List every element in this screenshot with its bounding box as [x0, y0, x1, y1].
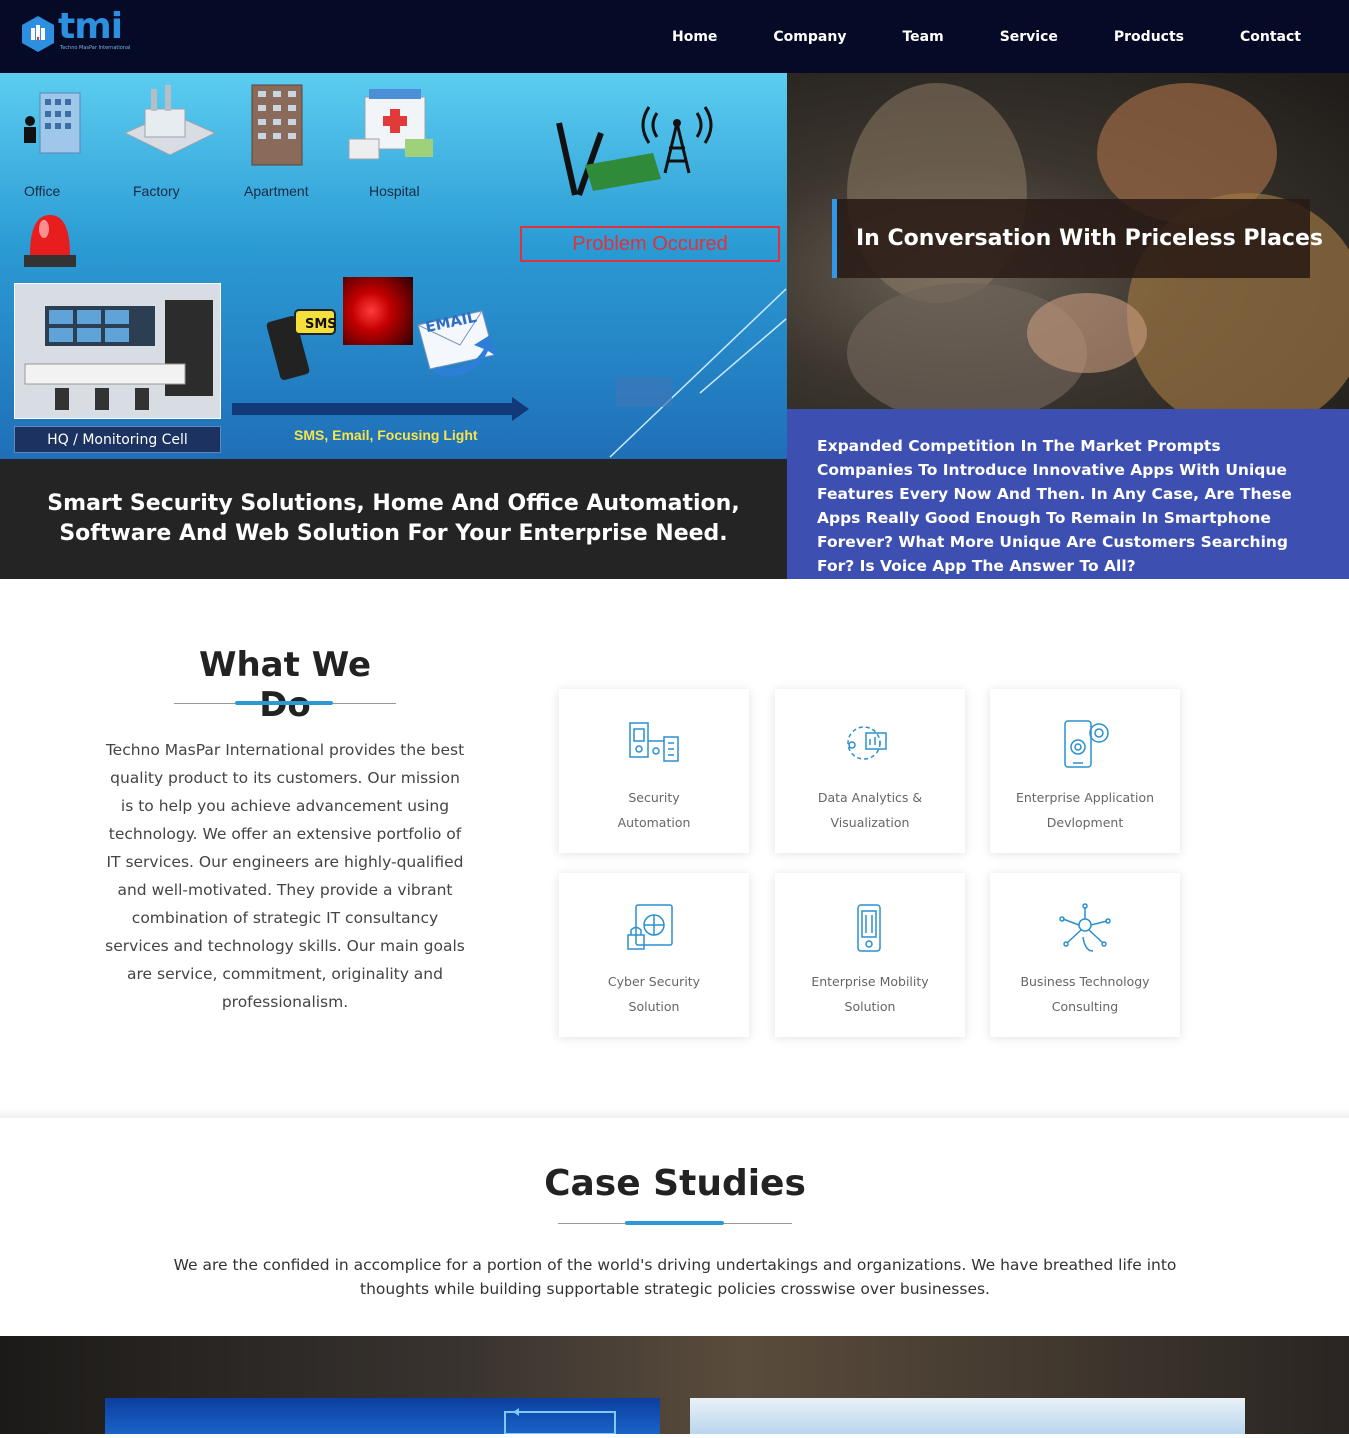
- case-study-image-2[interactable]: [690, 1398, 1245, 1434]
- nav-home[interactable]: Home: [672, 29, 717, 45]
- hero-slide-image: Office Factory Apartment Hospital Proble…: [0, 73, 787, 459]
- data-analytics-icon: [847, 726, 887, 760]
- service-label-line2: Automation: [617, 815, 691, 830]
- nav-service[interactable]: Service: [1000, 29, 1058, 45]
- service-label: Enterprise Application Devlopment: [990, 785, 1180, 835]
- service-label: Business Technology Consulting: [990, 969, 1180, 1019]
- alarm-light-icon: [24, 215, 76, 267]
- sms-label: SMS: [305, 317, 337, 332]
- top-navbar: tmi Techno MasPar International Home Com…: [0, 0, 1349, 73]
- service-label: Security Automation: [559, 785, 749, 835]
- wireless-antenna-icon: [556, 106, 713, 197]
- service-card-enterprise-mobility[interactable]: Enterprise Mobility Solution: [775, 873, 965, 1037]
- sms-phone-icon: [266, 309, 336, 380]
- logo-text: tmi: [58, 6, 123, 47]
- section-divider: [0, 1108, 1349, 1118]
- service-card-cyber-security[interactable]: Cyber Security Solution: [559, 873, 749, 1037]
- service-card-data-analytics[interactable]: Data Analytics & Visualization: [775, 689, 965, 853]
- service-label-line2: Solution: [628, 999, 680, 1014]
- case-study-image-1[interactable]: [105, 1398, 660, 1435]
- hero-caption-text: Smart Security Solutions, Home And Offic…: [47, 491, 740, 546]
- service-label-line2: Consulting: [1051, 999, 1119, 1014]
- title-accent-bar: [235, 701, 333, 705]
- service-label-line1: Cyber Security: [607, 974, 701, 989]
- decorative-lines: [609, 288, 787, 458]
- main-menu: Home Company Team Service Products Conta…: [616, 0, 1301, 73]
- service-label-line1: Security: [628, 790, 680, 805]
- nav-team[interactable]: Team: [902, 29, 943, 45]
- service-label-line1: Business Technology: [1020, 974, 1150, 989]
- title-accent-bar: [625, 1221, 724, 1225]
- conversation-title-box[interactable]: In Conversation With Priceless Places: [832, 199, 1323, 278]
- business-technology-icon: [1059, 903, 1111, 952]
- enterprise-application-icon: [1064, 720, 1109, 768]
- office-building-icon: [24, 92, 81, 154]
- voice-app-panel: Expanded Competition In The Market Promp…: [787, 409, 1349, 579]
- service-label: Cyber Security Solution: [559, 969, 749, 1019]
- case-studies-text: We are the confided in accomplice for a …: [173, 1256, 1177, 1298]
- service-label: Data Analytics & Visualization: [775, 785, 965, 835]
- service-label-line2: Visualization: [830, 815, 910, 830]
- logo-tagline: Techno MasPar International: [60, 45, 131, 51]
- monitoring-room-image: [14, 283, 221, 419]
- flow-arrow: [232, 403, 514, 415]
- hq-monitoring-label: HQ / Monitoring Cell: [14, 426, 221, 453]
- service-card-security-automation[interactable]: Security Automation: [559, 689, 749, 853]
- nav-products[interactable]: Products: [1114, 29, 1184, 45]
- service-label-line1: Enterprise Mobility: [811, 974, 929, 989]
- factory-label: Factory: [133, 183, 180, 199]
- flow-arrow-head: [512, 397, 529, 421]
- factory-icon: [123, 85, 217, 156]
- apartment-icon: [251, 84, 303, 166]
- service-label: Enterprise Mobility Solution: [775, 969, 965, 1019]
- service-label-line1: Enterprise Application: [1015, 790, 1155, 805]
- service-card-enterprise-application[interactable]: Enterprise Application Devlopment: [990, 689, 1180, 853]
- apartment-label: Apartment: [244, 183, 309, 199]
- monitoring-room-illustration: [15, 284, 220, 418]
- security-automation-icon: [629, 722, 679, 762]
- office-label: Office: [24, 183, 61, 199]
- hero-caption: Smart Security Solutions, Home And Offic…: [0, 459, 787, 579]
- service-label-line1: Data Analytics &: [817, 790, 923, 805]
- nav-contact[interactable]: Contact: [1240, 29, 1301, 45]
- case-study-image-1-graphic: [504, 1408, 616, 1435]
- voice-app-text: Expanded Competition In The Market Promp…: [817, 437, 1292, 575]
- logo-hex-icon: [22, 16, 54, 52]
- hospital-icon: [348, 89, 433, 160]
- service-label-line2: Solution: [844, 999, 896, 1014]
- conversation-title: In Conversation With Priceless Places: [856, 226, 1323, 251]
- cyber-security-icon: [627, 904, 673, 950]
- what-we-do-title: What We Do: [198, 645, 372, 725]
- hospital-label: Hospital: [369, 183, 420, 199]
- alert-channels-label: SMS, Email, Focusing Light: [294, 427, 478, 443]
- nav-company[interactable]: Company: [773, 29, 846, 45]
- focusing-light-image: [343, 277, 413, 345]
- logo[interactable]: tmi Techno MasPar International: [18, 6, 131, 58]
- case-studies-title: Case Studies: [544, 1163, 806, 1204]
- service-card-business-technology[interactable]: Business Technology Consulting: [990, 873, 1180, 1037]
- service-label-line2: Devlopment: [1046, 815, 1124, 830]
- enterprise-mobility-icon: [857, 904, 881, 952]
- what-we-do-text: Techno MasPar International provides the…: [105, 741, 465, 1011]
